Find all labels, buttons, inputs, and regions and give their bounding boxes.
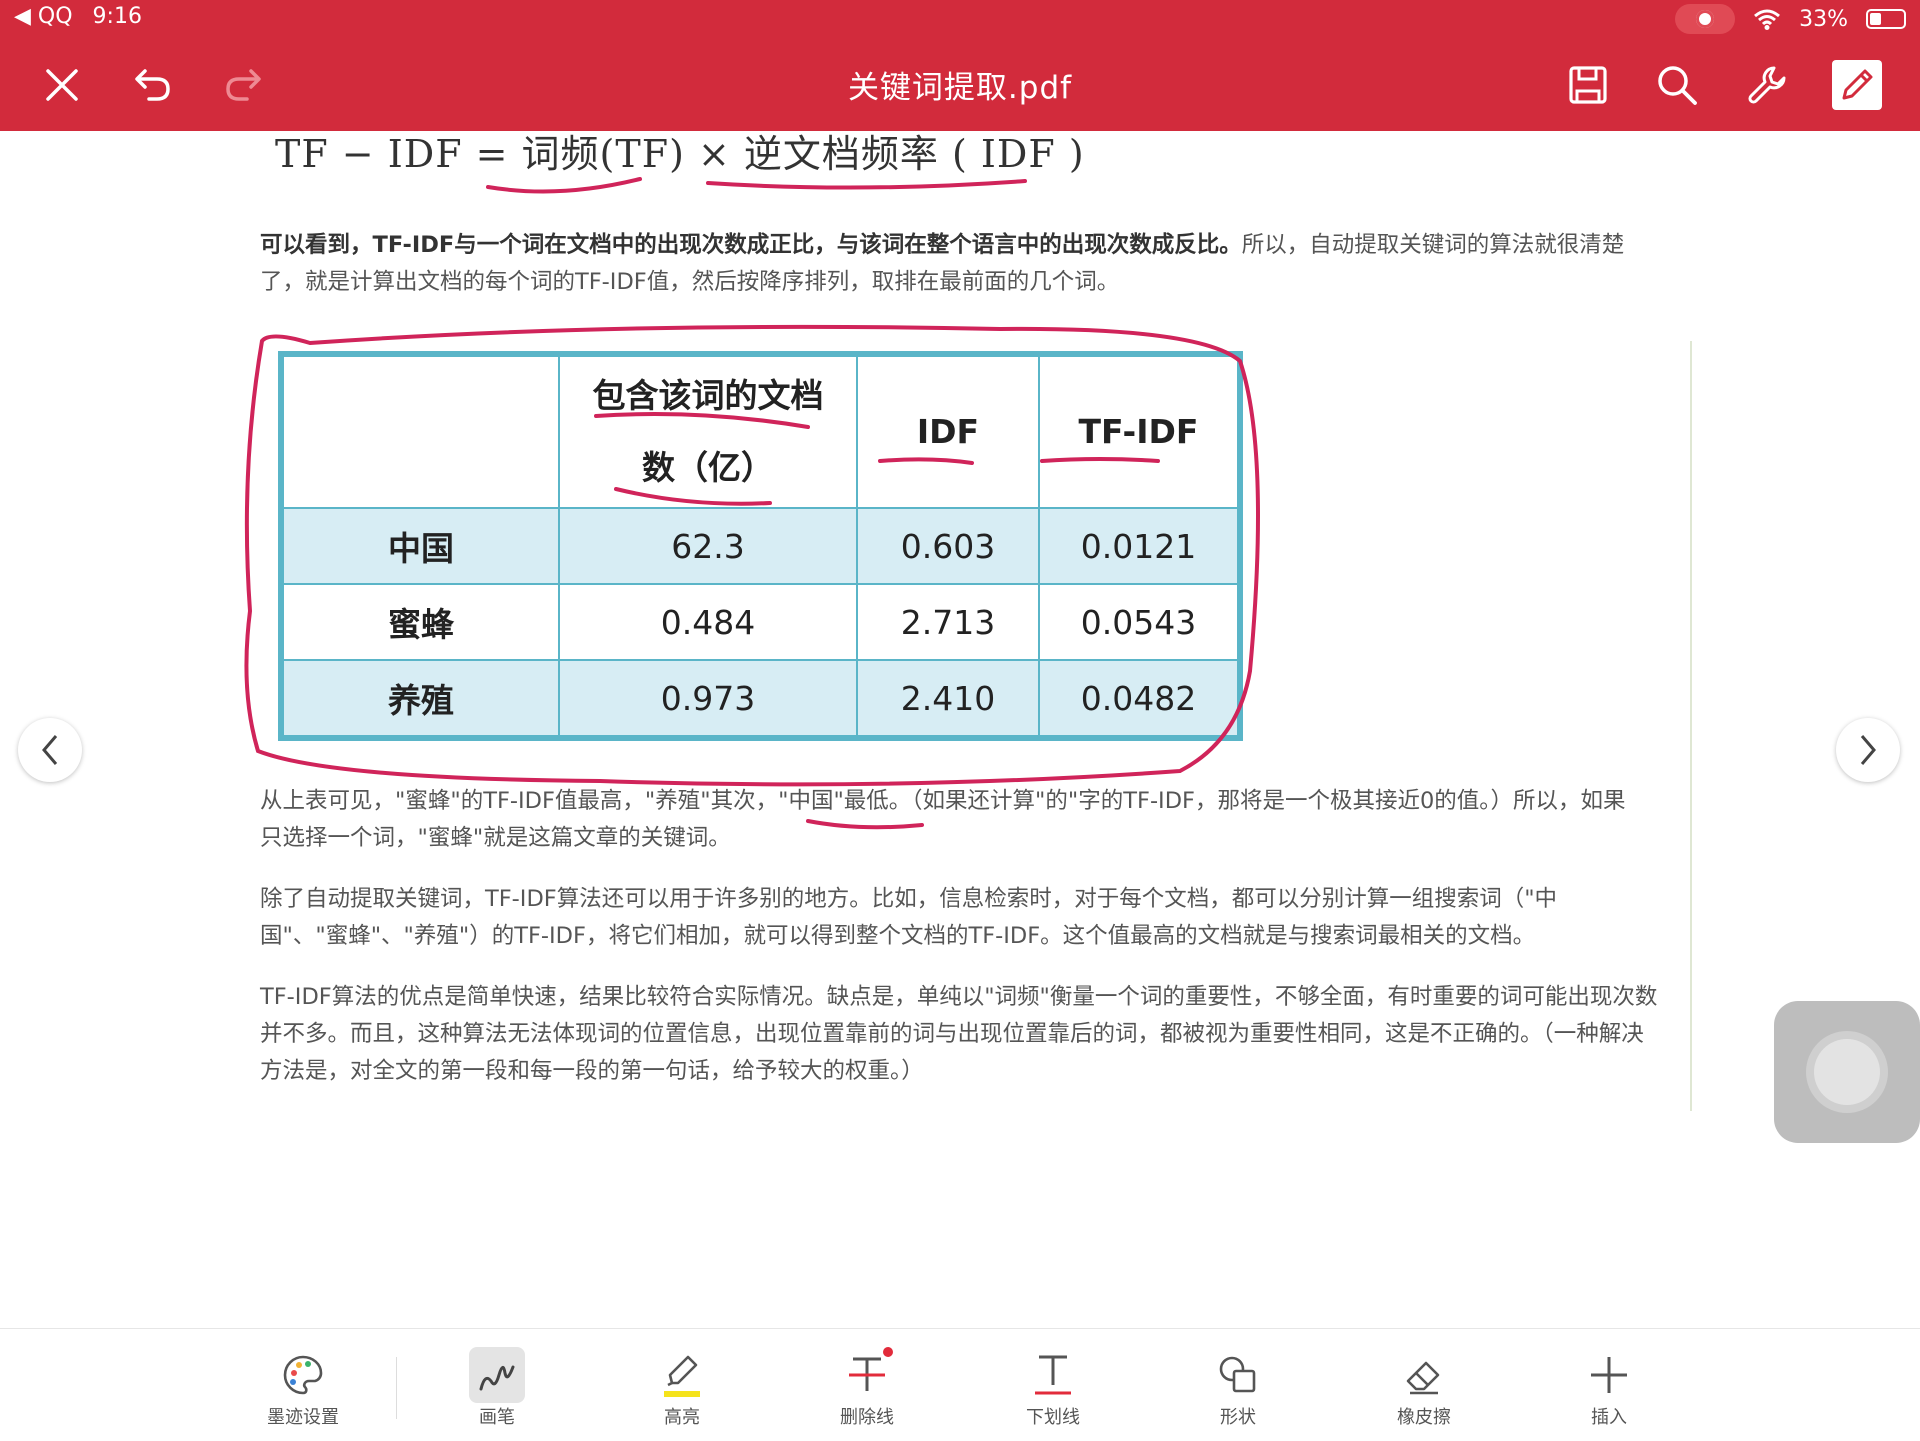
table-header-empty	[282, 355, 560, 509]
tool-label: 形状	[1220, 1407, 1256, 1428]
table-header-row: 包含该词的文档数（亿） IDF TF-IDF	[282, 355, 1239, 509]
ink-underline-tf	[486, 177, 642, 194]
wifi-icon	[1754, 9, 1781, 30]
tool-label: 橡皮擦	[1397, 1407, 1451, 1428]
tool-label: 墨迹设置	[267, 1407, 339, 1428]
table-row: 蜜蜂 0.484 2.713 0.0543	[282, 583, 1239, 661]
edit-pen-icon	[1842, 69, 1873, 100]
tfidf-table: 包含该词的文档数（亿） IDF TF-IDF 中国 62.3 0.603 0.0…	[278, 351, 1243, 741]
status-time: 9:16	[92, 4, 142, 29]
document-title: 关键词提取.pdf	[847, 70, 1073, 106]
tool-label: 下划线	[1026, 1407, 1080, 1428]
underline-tool[interactable]: 下划线	[998, 1349, 1108, 1429]
tfidf-formula: TF − IDF = 词频(TF) × 逆文档频率 ( IDF )	[275, 132, 1085, 176]
table-cell-word: 蜜蜂	[282, 583, 560, 661]
back-to-app-link[interactable]: ◀ QQ	[14, 4, 73, 29]
chevron-right-icon	[1860, 735, 1876, 765]
ink-settings-tool[interactable]: 墨迹设置	[248, 1349, 358, 1429]
paragraph-result: 从上表可见，"蜜蜂"的TF-IDF值最高，"养殖"其次，"中国"最低。（如果还计…	[260, 788, 1626, 851]
paragraph-pros-cons: TF-IDF算法的优点是简单快速，结果比较符合实际情况。缺点是，单纯以"词频"衡…	[260, 984, 1658, 1084]
table-cell-idf: 0.603	[856, 507, 1040, 585]
chevron-left-icon	[42, 735, 58, 765]
highlight-tool[interactable]: 高亮	[627, 1349, 737, 1429]
tool-label: 插入	[1591, 1407, 1627, 1428]
save-icon	[1569, 66, 1607, 104]
intro-paragraph: 可以看到，TF-IDF与一个词在文档中的出现次数成正比，与该词在整个语言中的出现…	[260, 227, 1660, 301]
eraser-icon	[1406, 1361, 1440, 1395]
insert-tool[interactable]: 插入	[1554, 1349, 1664, 1429]
shapes-icon	[1219, 1356, 1256, 1393]
tools-button[interactable]	[1742, 60, 1792, 110]
table-cell-docs: 0.484	[558, 583, 858, 661]
table-cell-idf: 2.410	[856, 659, 1040, 737]
active-indicator-dot	[883, 1347, 893, 1357]
table-cell-idf: 2.713	[856, 583, 1040, 661]
pen-tool[interactable]: 画笔	[442, 1347, 552, 1429]
wrench-icon	[1748, 66, 1786, 104]
status-bar-right: 33%	[1675, 4, 1906, 34]
previous-page-button[interactable]	[18, 718, 82, 782]
plus-icon	[1591, 1357, 1627, 1393]
ink-underline-idf-formula	[706, 179, 1027, 190]
table-cell-word: 养殖	[282, 659, 560, 737]
battery-icon	[1866, 9, 1906, 29]
highlighter-icon	[664, 1355, 700, 1397]
strikethrough-tool[interactable]: 删除线	[812, 1347, 922, 1429]
strikethrough-icon	[849, 1357, 885, 1391]
battery-percent: 33%	[1799, 6, 1848, 32]
table-cell-tfidf: 0.0543	[1038, 583, 1239, 661]
tool-label: 画笔	[479, 1407, 515, 1428]
annotation-toolbar: 墨迹设置 画笔 高亮 删除线 下划线 形状 橡皮擦 插入	[0, 1328, 1920, 1441]
tool-label: 删除线	[840, 1407, 894, 1428]
search-icon	[1658, 66, 1697, 105]
table-cell-docs: 62.3	[558, 507, 858, 585]
shape-tool[interactable]: 形状	[1183, 1349, 1293, 1429]
table-row: 养殖 0.973 2.410 0.0482	[282, 659, 1239, 737]
pen-icon	[479, 1365, 515, 1391]
status-bar-left: ◀ QQ 9:16	[14, 4, 142, 29]
eraser-tool[interactable]: 橡皮擦	[1369, 1349, 1479, 1429]
table-cell-tfidf: 0.0482	[1038, 659, 1239, 737]
underline-icon	[1035, 1355, 1071, 1395]
tool-label: 高亮	[664, 1407, 700, 1428]
table-header-doc-count: 包含该词的文档数（亿）	[558, 355, 858, 509]
assistive-touch-button[interactable]	[1774, 1001, 1920, 1143]
annotate-toggle-button[interactable]	[1832, 60, 1882, 110]
next-page-button[interactable]	[1836, 718, 1900, 782]
table-cell-docs: 0.973	[558, 659, 858, 737]
screen-record-icon	[1675, 4, 1736, 34]
intro-bold-text: 可以看到，TF-IDF与一个词在文档中的出现次数成正比，与该词在整个语言中的出现…	[260, 232, 1242, 258]
table-cell-tfidf: 0.0121	[1038, 507, 1239, 585]
toolbar-divider	[396, 1357, 397, 1419]
table-header-idf: IDF	[856, 355, 1040, 509]
table-row: 中国 62.3 0.603 0.0121	[282, 507, 1239, 585]
top-app-bar: ◀ QQ 9:16 33% 关键词提取.pdf	[0, 0, 1920, 131]
paragraph-uses: 除了自动提取关键词，TF-IDF算法还可以用于许多别的地方。比如，信息检索时，对…	[260, 886, 1558, 949]
search-button[interactable]	[1652, 60, 1702, 110]
assistive-touch-icon	[1814, 1039, 1880, 1105]
table-cell-word: 中国	[282, 507, 560, 585]
pdf-page-view[interactable]: TF − IDF = 词频(TF) × 逆文档频率 ( IDF ) 可以看到，T…	[0, 131, 1920, 1328]
table-header-tfidf: TF-IDF	[1038, 355, 1239, 509]
save-button[interactable]	[1563, 60, 1613, 110]
page-margin-line	[1690, 341, 1692, 1111]
palette-icon	[283, 1355, 323, 1395]
